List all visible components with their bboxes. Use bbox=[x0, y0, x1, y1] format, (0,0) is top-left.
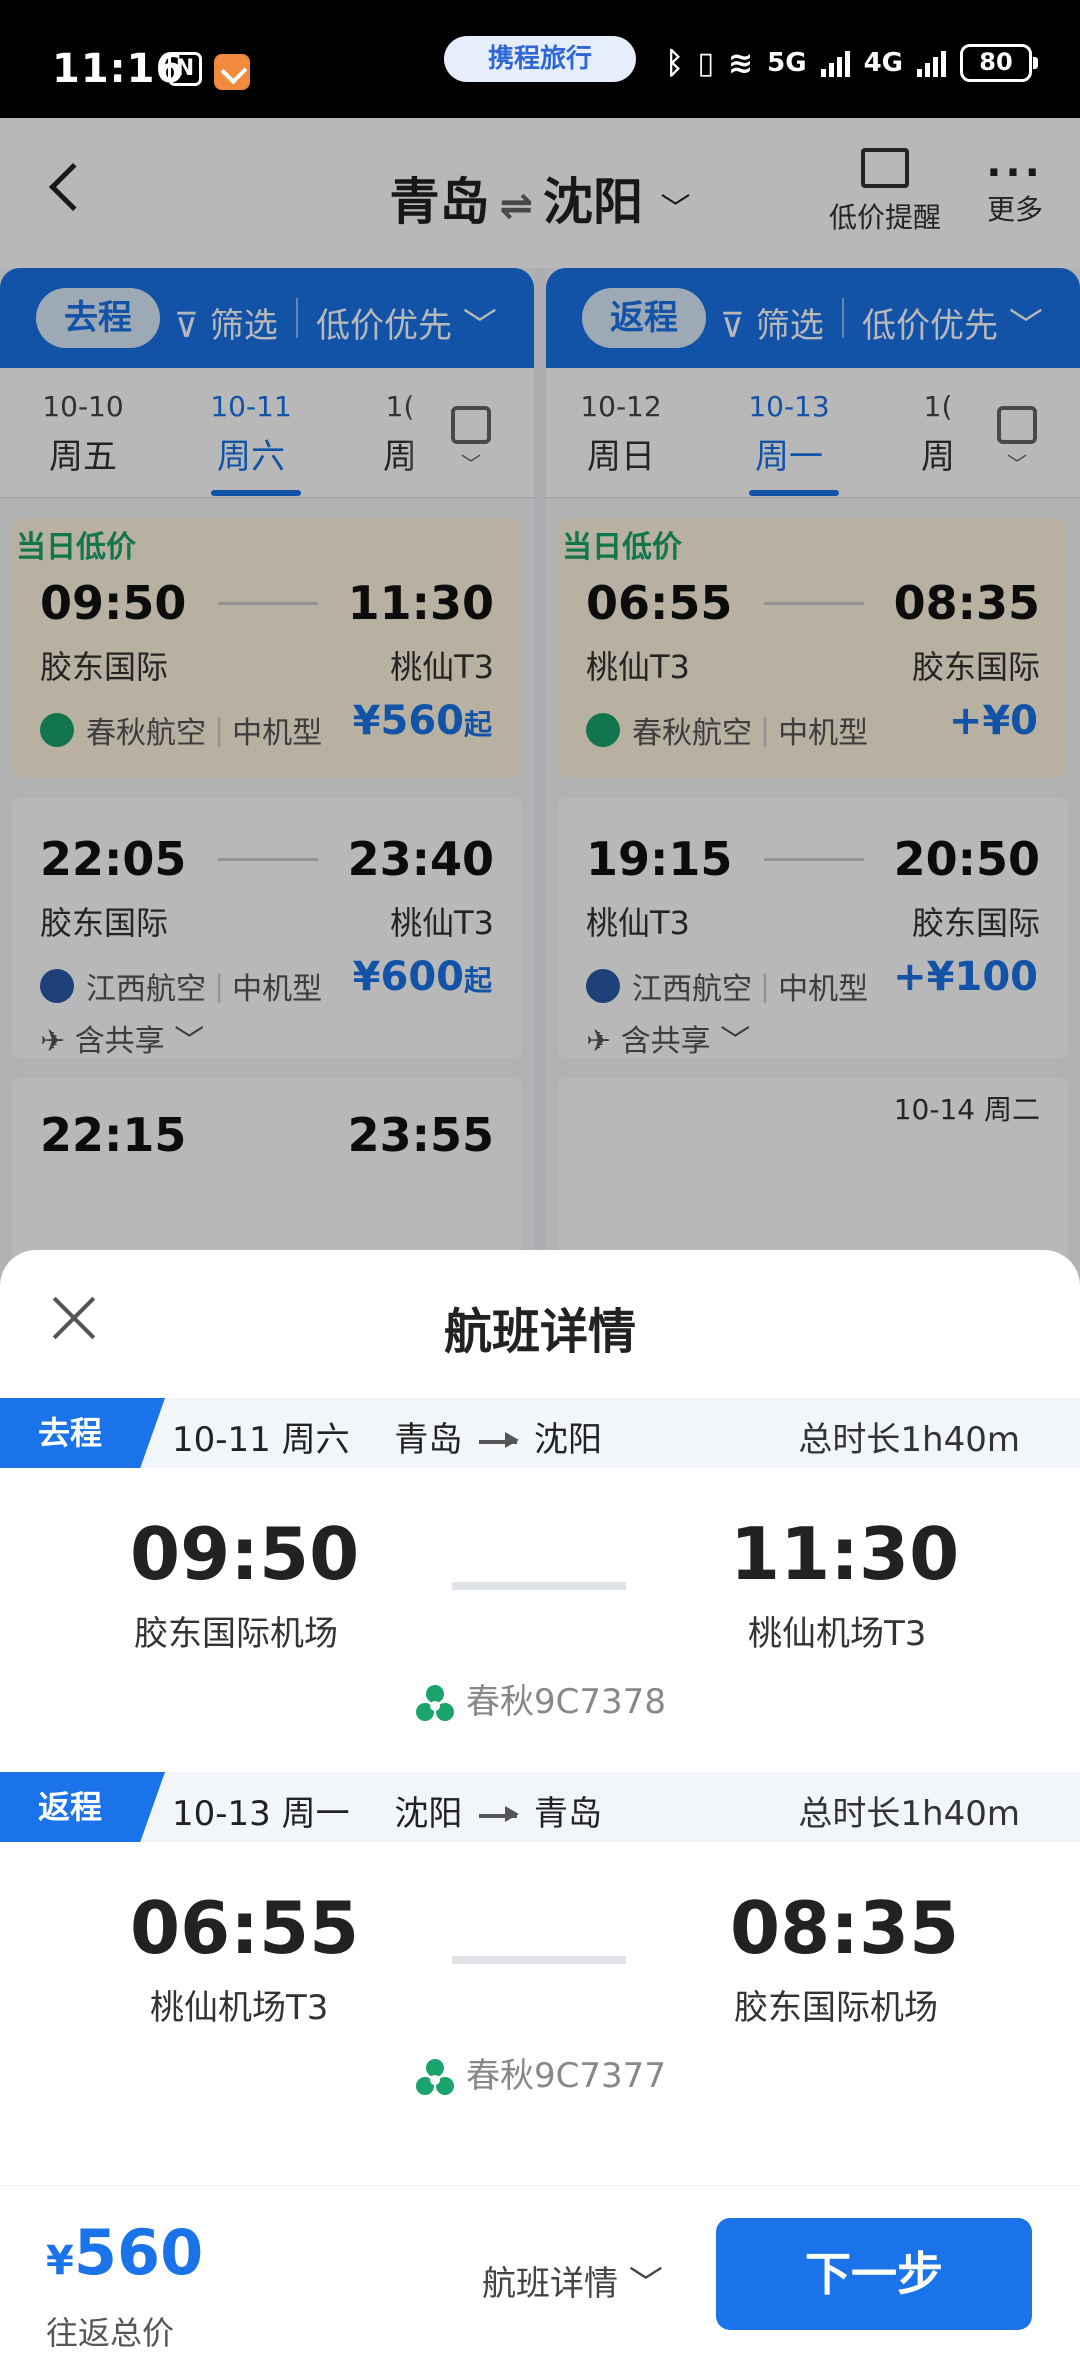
flight-code: 春秋9C7378 bbox=[466, 1682, 666, 1722]
arr-time: 08:35 bbox=[730, 1886, 960, 1970]
nfc-icon: N bbox=[168, 52, 202, 86]
arr-airport: 桃仙机场T3 bbox=[748, 1614, 927, 1654]
segment-header: 去程 10-11 周六 青岛 沈阳 总时长1h40m bbox=[0, 1398, 1080, 1468]
next-step-button[interactable]: 下一步 bbox=[716, 2218, 1032, 2330]
flight-number: 春秋9C7377 bbox=[0, 2048, 1080, 2099]
arrow-right-icon bbox=[479, 1431, 520, 1448]
outbound-tag: 去程 bbox=[0, 1398, 165, 1468]
spring-airlines-icon bbox=[414, 1683, 456, 1725]
signal-icon-2 bbox=[917, 49, 946, 77]
segment-duration: 总时长1h40m bbox=[798, 1794, 1020, 1834]
segment-info: 10-13 周一 沈阳 青岛 bbox=[172, 1786, 602, 1835]
currency-symbol: ¥ bbox=[46, 2238, 74, 2284]
chevron-down-icon: ﹀ bbox=[628, 2264, 663, 2304]
arr-time: 11:30 bbox=[730, 1512, 960, 1596]
sheet-title: 航班详情 bbox=[443, 1304, 636, 1360]
flight-detail-toggle[interactable]: 航班详情 ﹀ bbox=[482, 2256, 663, 2305]
segment-from: 青岛 bbox=[394, 1420, 463, 1460]
dep-time: 06:55 bbox=[130, 1886, 360, 1970]
signal-icon bbox=[820, 49, 850, 77]
segment-duration: 总时长1h40m bbox=[798, 1420, 1020, 1460]
flight-detail-sheet: 航班详情 去程 10-11 周六 青岛 沈阳 总时长1h40m 09:50 11… bbox=[0, 1250, 1080, 2363]
flight-code: 春秋9C7377 bbox=[466, 2056, 666, 2096]
battery-icon: 80 bbox=[960, 44, 1038, 82]
status-icons: ᛒ ▯ ≋ 5G 4G 80 bbox=[665, 44, 1038, 82]
segment-from: 沈阳 bbox=[394, 1794, 463, 1834]
network-5g-label: 5G bbox=[767, 48, 807, 78]
wifi-icon: ≋ bbox=[727, 45, 754, 81]
segment-date: 10-11 周六 bbox=[172, 1420, 350, 1460]
spring-airlines-icon bbox=[414, 2057, 456, 2099]
flight-line bbox=[452, 1582, 626, 1590]
return-tag: 返程 bbox=[0, 1772, 165, 1842]
segment-date: 10-13 周一 bbox=[172, 1794, 350, 1834]
app-indicator-pill: 携程旅行 bbox=[444, 36, 636, 82]
booking-footer: ¥560 往返总价 航班详情 ﹀ 下一步 bbox=[0, 2185, 1080, 2363]
security-icon bbox=[214, 54, 250, 90]
total-price: ¥560 bbox=[46, 2216, 203, 2289]
flight-number: 春秋9C7378 bbox=[0, 1674, 1080, 1725]
segment-info: 10-11 周六 青岛 沈阳 bbox=[172, 1412, 602, 1461]
status-bar: 11:16 N 携程旅行 ᛒ ▯ ≋ 5G 4G 80 bbox=[0, 0, 1080, 118]
segment-header: 返程 10-13 周一 沈阳 青岛 总时长1h40m bbox=[0, 1772, 1080, 1842]
vibrate-icon: ▯ bbox=[697, 45, 714, 81]
price-amount: 560 bbox=[73, 2216, 204, 2289]
segment-to: 沈阳 bbox=[534, 1420, 603, 1460]
price-label: 往返总价 bbox=[46, 2314, 175, 2352]
clock: 11:16 bbox=[52, 46, 185, 92]
dep-airport: 桃仙机场T3 bbox=[150, 1988, 329, 2028]
flight-line bbox=[452, 1956, 626, 1964]
dep-time: 09:50 bbox=[130, 1512, 360, 1596]
network-4g-label: 4G bbox=[863, 48, 903, 78]
segment-to: 青岛 bbox=[534, 1794, 603, 1834]
bluetooth-icon: ᛒ bbox=[665, 45, 684, 81]
arrow-right-icon bbox=[479, 1805, 520, 1822]
dep-airport: 胶东国际机场 bbox=[134, 1614, 338, 1654]
arr-airport: 胶东国际机场 bbox=[734, 1988, 938, 2028]
detail-link-label: 航班详情 bbox=[482, 2264, 618, 2304]
